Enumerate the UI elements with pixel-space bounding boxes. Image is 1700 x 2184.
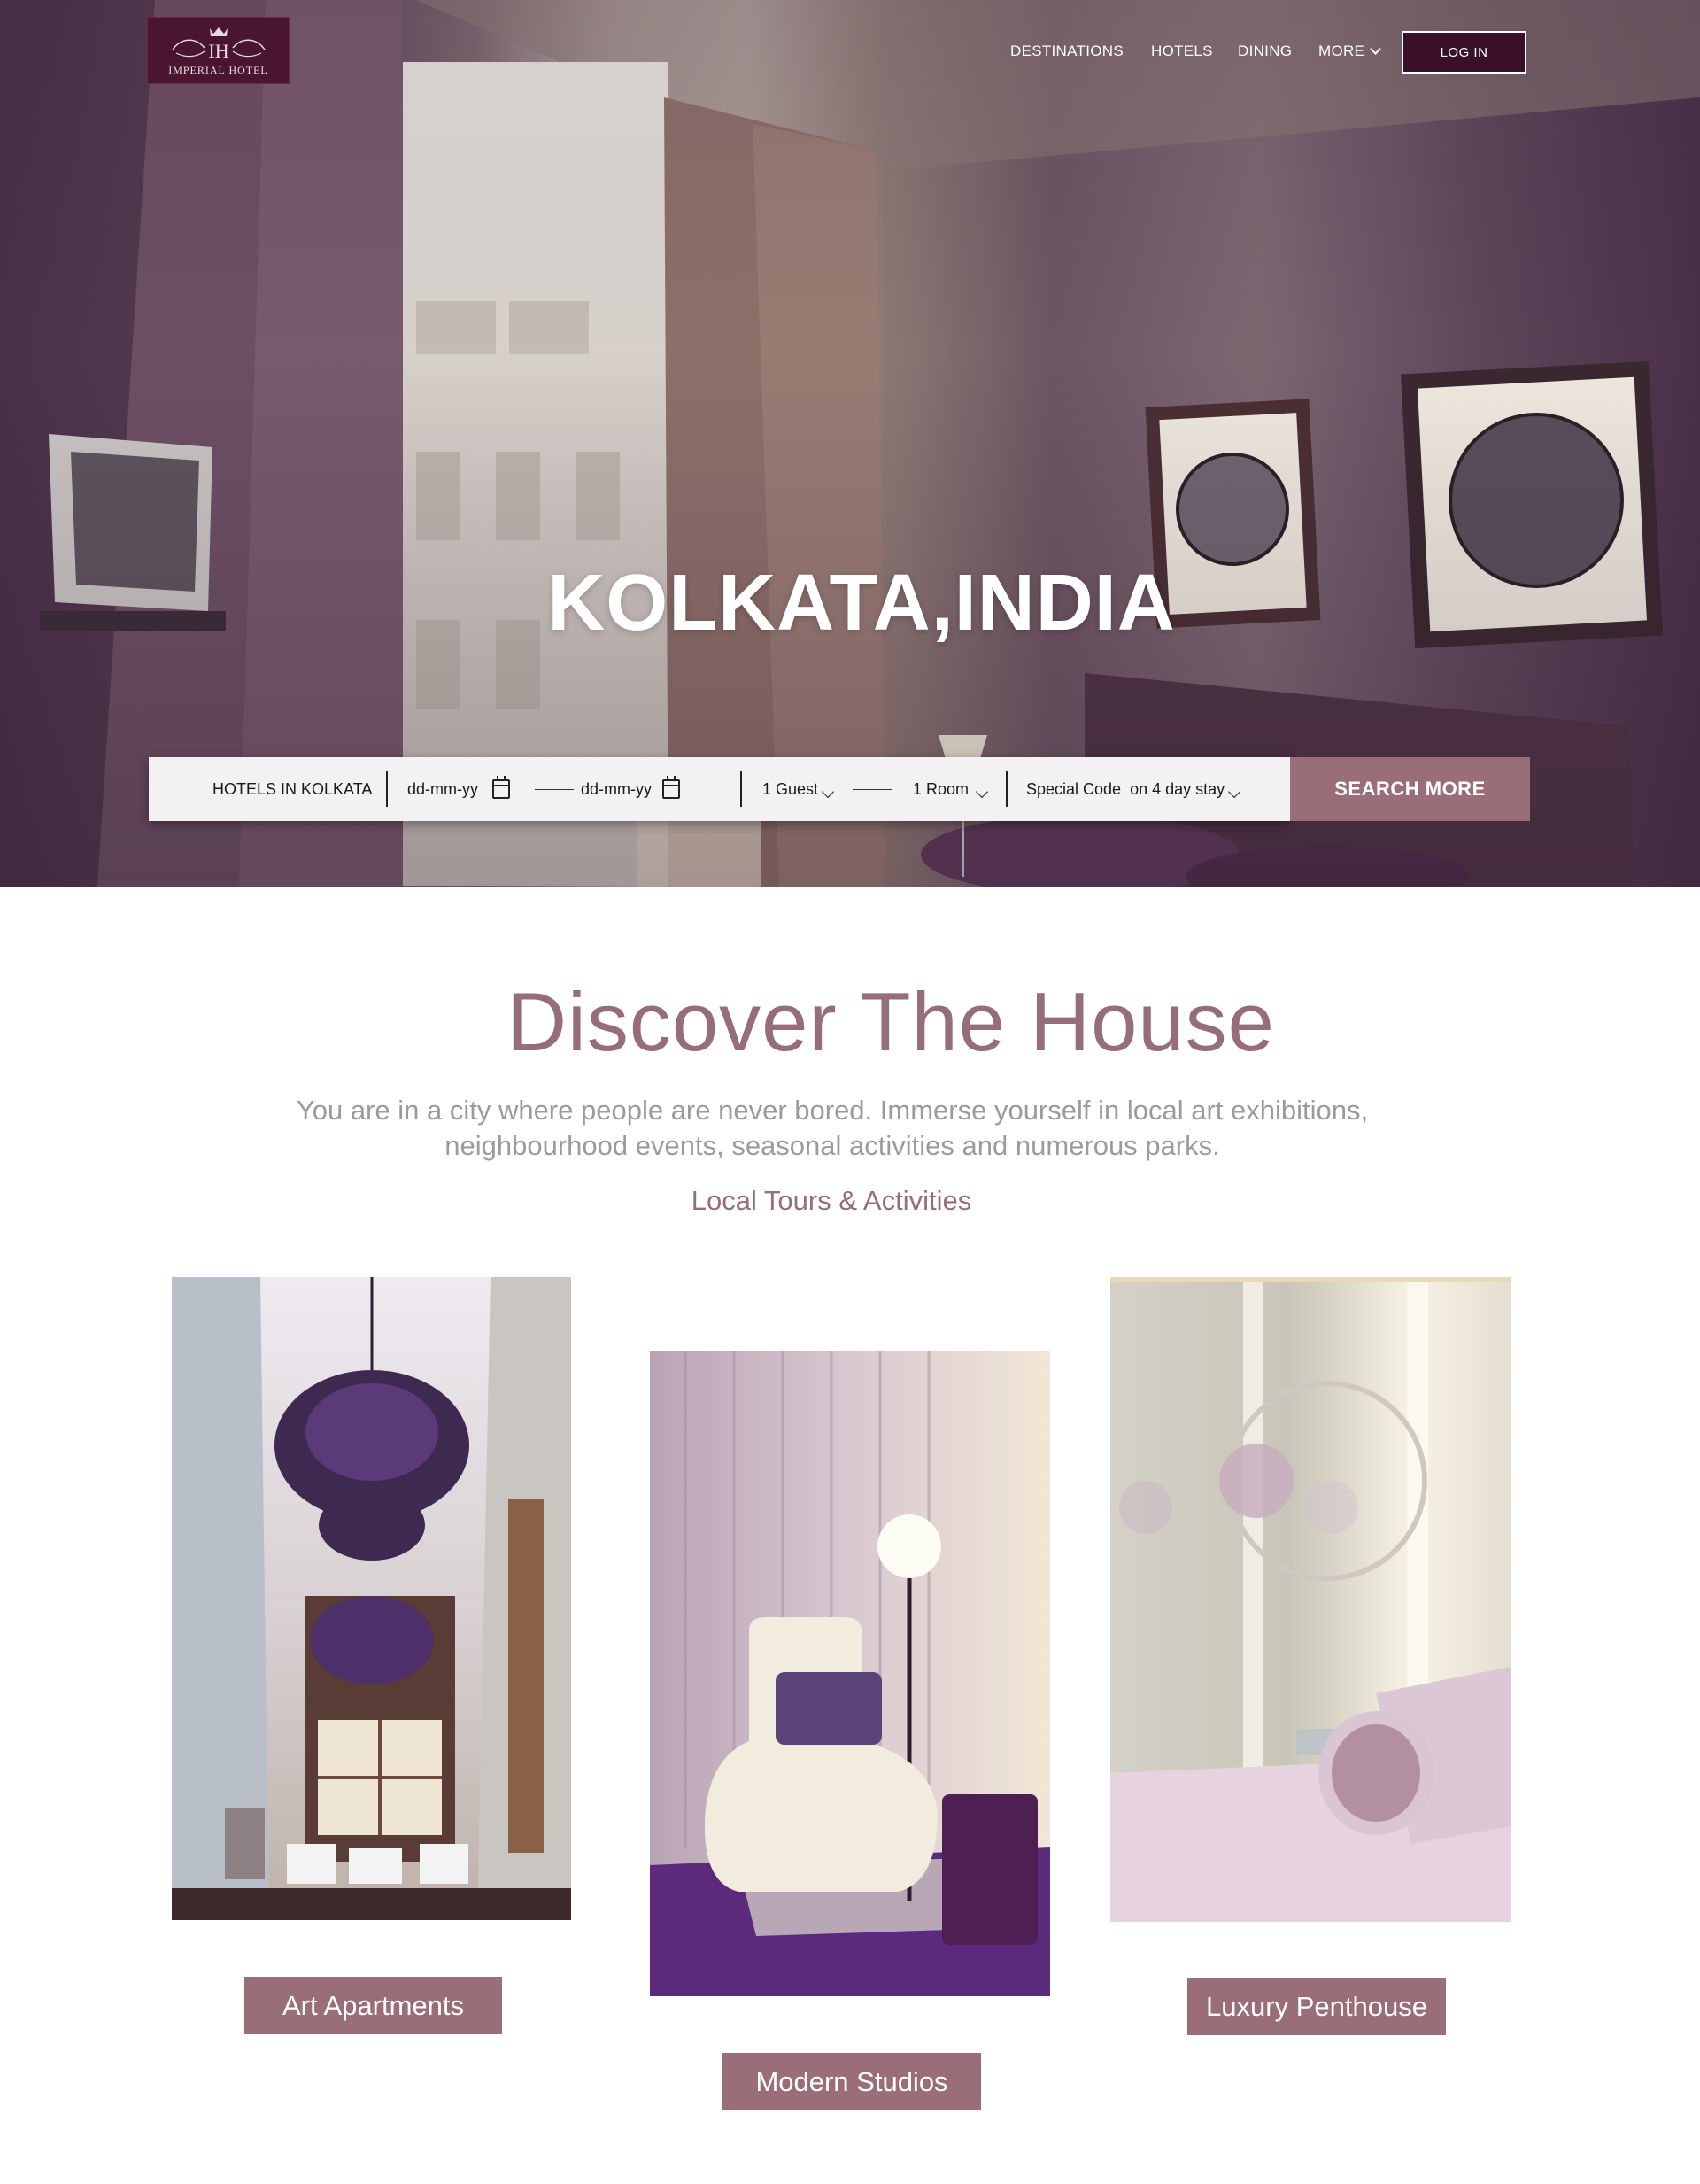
search-button[interactable]: SEARCH MORE <box>1290 757 1530 821</box>
check-in-placeholder: dd-mm-yy <box>407 779 478 798</box>
nav-destinations[interactable]: DESTINATIONS <box>1010 43 1124 60</box>
divider <box>386 771 388 807</box>
hero-section <box>0 0 1700 887</box>
art-apartments-image[interactable] <box>172 1277 571 1920</box>
hero-title: KOLKATA,INDIA <box>547 559 1176 647</box>
login-button[interactable]: LOG IN <box>1402 31 1526 74</box>
description-line-2: neighbourhood events, seasonal activitie… <box>444 1130 1220 1161</box>
special-code-select[interactable]: Special Code on 4 day stay <box>1026 757 1241 821</box>
section-title: Discover The House <box>506 975 1275 1068</box>
hotel-logo[interactable]: IH IMPERIAL HOTEL <box>147 17 290 84</box>
local-tours-link[interactable]: Local Tours & Activities <box>0 1185 1663 1217</box>
nav-dining[interactable]: DINING <box>1238 43 1292 60</box>
guests-select[interactable]: 1 Guest <box>762 757 835 821</box>
modern-studios-label[interactable]: Modern Studios <box>722 2053 981 2110</box>
check-in-field[interactable]: dd-mm-yy <box>407 757 510 821</box>
rooms-value: 1 Room <box>913 779 970 798</box>
luxury-penthouse-label[interactable]: Luxury Penthouse <box>1187 1978 1446 2035</box>
location-label: HOTELS IN KOLKATA <box>212 779 373 798</box>
special-code-label: Special Code <box>1026 779 1122 798</box>
crown-monogram-icon: IH <box>171 27 266 62</box>
guest-room-dash <box>853 789 892 790</box>
calendar-icon <box>662 776 680 799</box>
calendar-icon <box>492 776 510 799</box>
special-offer-label: on 4 day stay <box>1130 779 1225 798</box>
divider <box>1006 771 1008 807</box>
bedroom-photo-icon <box>1110 1277 1511 1922</box>
chevron-down-icon <box>1228 785 1241 799</box>
chevron-down-icon <box>821 785 835 799</box>
check-out-field[interactable]: dd-mm-yy <box>581 757 680 821</box>
rooms-select[interactable]: 1 Room <box>913 757 989 821</box>
svg-text:IH: IH <box>208 40 228 62</box>
chevron-down-icon <box>1370 43 1382 55</box>
check-out-placeholder: dd-mm-yy <box>581 779 652 798</box>
nav-more-label: MORE <box>1318 43 1365 59</box>
location-select[interactable]: HOTELS IN KOLKATA <box>212 757 372 821</box>
lounge-chair-photo-icon <box>650 1351 1050 1996</box>
logo-text: IMPERIAL HOTEL <box>168 63 268 76</box>
nav-hotels[interactable]: HOTELS <box>1151 43 1213 60</box>
modern-studios-image[interactable] <box>650 1351 1050 1996</box>
hero-overlay <box>0 0 1700 887</box>
chevron-down-icon <box>975 785 989 799</box>
divider <box>740 771 742 807</box>
booking-bar: HOTELS IN KOLKATA dd-mm-yy dd-mm-yy 1 Gu… <box>149 757 1290 821</box>
chandelier-photo-icon <box>172 1277 571 1920</box>
date-range-dash <box>535 789 574 790</box>
nav-more[interactable]: MORE <box>1318 43 1382 60</box>
section-description: You are in a city where people are never… <box>239 1093 1426 1164</box>
luxury-penthouse-image[interactable] <box>1110 1277 1511 1922</box>
art-apartments-label[interactable]: Art Apartments <box>244 1977 502 2034</box>
guests-value: 1 Guest <box>762 779 819 798</box>
description-line-1: You are in a city where people are never… <box>296 1095 1369 1126</box>
